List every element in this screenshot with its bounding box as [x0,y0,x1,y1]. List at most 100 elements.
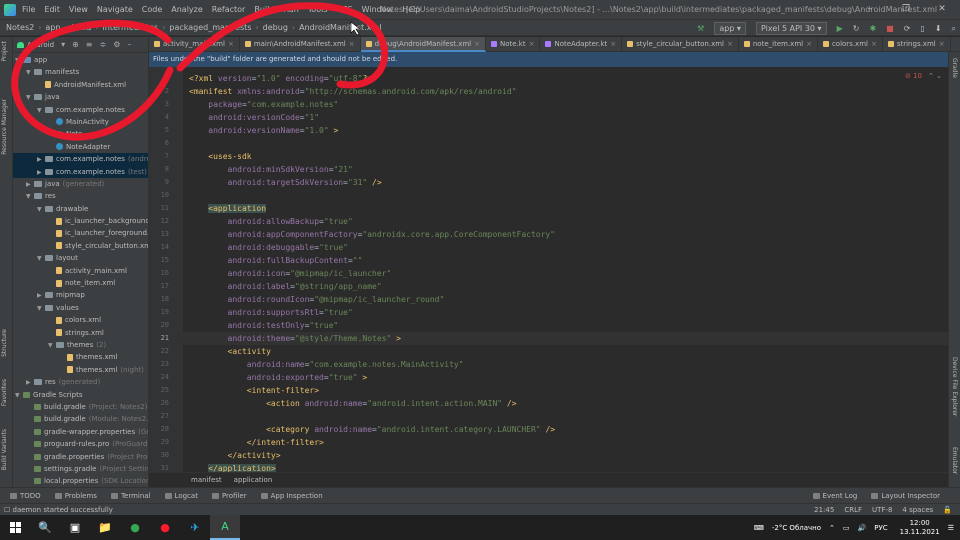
breadcrumb-item[interactable]: app [45,23,60,32]
locate-file-icon[interactable]: ⊕ [72,40,79,49]
code-line[interactable]: android:fullBackupContent="" [189,254,363,267]
chrome-icon[interactable]: ● [120,515,150,540]
code-line[interactable]: android:versionCode="1" [189,111,319,124]
close-tab-icon[interactable]: × [228,40,234,48]
code-line[interactable]: <uses-sdk [189,150,251,163]
opera-icon[interactable]: ● [150,515,180,540]
tree-item[interactable]: proguard-rules.pro(ProGuard Rules) [13,438,148,450]
tree-item[interactable]: ▶ java (generated) [13,178,148,190]
tree-item[interactable]: ▼ values [13,302,148,314]
code-line[interactable]: android:theme="@style/Theme.Notes" > [189,332,401,345]
menu-item-build[interactable]: Build [254,5,274,14]
menu-item-vcs[interactable]: VCS [337,5,353,14]
tree-item[interactable]: MainActivity [13,116,148,128]
resource-manager-tool-tab[interactable]: Resource Manager [1,99,8,155]
task-view-icon[interactable]: ▣ [60,515,90,540]
tree-item[interactable]: build.gradle (Project: Notes2) [13,401,148,413]
menu-item-view[interactable]: View [69,5,88,14]
tree-item[interactable]: local.properties (SDK Location) [13,475,148,487]
tree-item[interactable]: style_circular_button.xml [13,240,148,252]
caret-position[interactable]: 21:45 [814,506,834,514]
keyboard-icon[interactable]: ⌨ [754,524,764,532]
editor-tab[interactable]: debug\AndroidManifest.xml × [360,37,486,52]
project-view-dropdown-icon[interactable]: ▾ [61,40,65,49]
close-tab-icon[interactable]: × [939,40,945,48]
editor-tab[interactable]: NoteAdapter.kt × [540,37,623,52]
project-view-select[interactable]: Android [27,41,54,49]
tool-window-app-inspection[interactable]: App Inspection [260,492,323,500]
tree-item[interactable]: ▼ app [13,54,148,66]
editor-tab[interactable]: colors.xml × [818,37,883,52]
menu-item-tools[interactable]: Tools [308,5,328,14]
tree-item[interactable]: Note [13,128,148,140]
tree-item[interactable]: gradle.properties(Project Properties) [13,451,148,463]
tree-item[interactable]: strings.xml [13,327,148,339]
code-line[interactable]: android:targetSdkVersion="31" /> [189,176,382,189]
tool-window-terminal[interactable]: Terminal [110,492,151,500]
tree-item[interactable]: ▼ themes (2) [13,339,148,351]
indent-setting[interactable]: 4 spaces [902,506,933,514]
breadcrumb-item[interactable]: debug [263,23,288,32]
emulator-tool-tab[interactable]: Emulator [951,447,958,474]
event-log-button[interactable]: Event Log [812,492,857,500]
avd-manager-icon[interactable]: ▯ [920,24,924,33]
code-line[interactable]: android:exported="true" > [189,371,367,384]
code-line[interactable]: android:testOnly="true" [189,319,339,332]
start-button[interactable] [0,515,30,540]
file-explorer-icon[interactable]: 📁 [90,515,120,540]
network-icon[interactable]: ▭ [843,524,850,532]
tree-item[interactable]: ▶ mipmap [13,289,148,301]
code-line[interactable]: <action android:name="android.intent.act… [189,397,516,410]
tree-item[interactable]: ▼ manifests [13,66,148,78]
file-encoding[interactable]: UTF-8 [872,506,892,514]
sdk-manager-icon[interactable]: ⬇ [935,24,942,33]
breadcrumb-item[interactable]: intermediates [103,23,159,32]
code-editor[interactable]: 1 2 3 4 5 6 7 8 9 10 11 12 13 14 15 16 17 18 19 20 21 22 23 24 2… [149,67,948,472]
code-line[interactable]: </application> [189,462,276,472]
tree-item[interactable]: gradle-wrapper.properties(Gradle Version… [13,426,148,438]
clock[interactable]: 12:00 13.11.2021 [900,519,940,537]
breadcrumb-item[interactable]: AndroidManifest.xml [299,23,381,32]
editor-tab[interactable]: Note.kt × [486,37,541,52]
close-tab-icon[interactable]: × [610,40,616,48]
code-line[interactable]: <category android:name="android.intent.c… [189,423,555,436]
code-line[interactable]: android:appComponentFactory="androidx.co… [189,228,556,241]
close-tab-icon[interactable]: × [806,40,812,48]
favorites-tool-tab[interactable]: Favorites [1,379,8,406]
line-separator[interactable]: CRLF [844,506,862,514]
tree-item[interactable]: ▶ com.example.notes (test) [13,165,148,178]
code-line[interactable]: android:roundIcon="@mipmap/ic_launcher_r… [189,293,445,306]
breadcrumb-item[interactable]: packaged_manifests [169,23,251,32]
menu-item-edit[interactable]: Edit [44,5,60,14]
tool-window-logcat[interactable]: Logcat [164,492,198,500]
code-line[interactable]: android:debuggable="true" [189,241,348,254]
code-line[interactable]: android:minSdkVersion="21" [189,163,353,176]
code-line[interactable]: <?xml version="1.0" encoding="utf-8"?> [189,72,372,85]
tree-item[interactable]: activity_main.xml [13,265,148,277]
tree-item[interactable]: ▼ Gradle Scripts [13,389,148,401]
debug-icon[interactable]: ✱ [869,24,876,33]
code-line[interactable]: </activity> [189,449,281,462]
close-tab-icon[interactable]: × [349,40,355,48]
search-icon[interactable]: 🔍 [30,515,60,540]
breadcrumb-item-application[interactable]: application [234,476,273,484]
tool-window-todo[interactable]: TODO [10,492,41,500]
menu-item-run[interactable]: Run [283,5,298,14]
apply-changes-icon[interactable]: ↻ [853,24,860,33]
maximize-button[interactable]: ❐ [888,0,924,19]
make-project-hammer-icon[interactable]: ⚒ [697,24,704,33]
code-line[interactable]: android:icon="@mipmap/ic_launcher" [189,267,392,280]
tree-item[interactable]: themes.xml [13,351,148,363]
code-line[interactable]: android:allowBackup="true" [189,215,353,228]
collapse-icon[interactable]: ≑ [100,40,107,49]
tree-item[interactable]: ▼ java [13,91,148,103]
close-button[interactable]: ✕ [924,0,960,19]
editor-tab[interactable]: style_circular_button.xml × [622,37,739,52]
structure-tool-tab[interactable]: Structure [1,329,8,357]
editor-tab[interactable]: strings.xml × [883,37,951,52]
build-variants-tool-tab[interactable]: Build Variants [1,429,8,470]
tree-item[interactable]: note_item.xml [13,277,148,289]
volume-icon[interactable]: 🔊 [858,524,867,532]
tree-item[interactable]: ic_launcher_background.xml [13,215,148,227]
tree-item[interactable]: ▶com.example.notes(androidTest) [13,153,148,166]
